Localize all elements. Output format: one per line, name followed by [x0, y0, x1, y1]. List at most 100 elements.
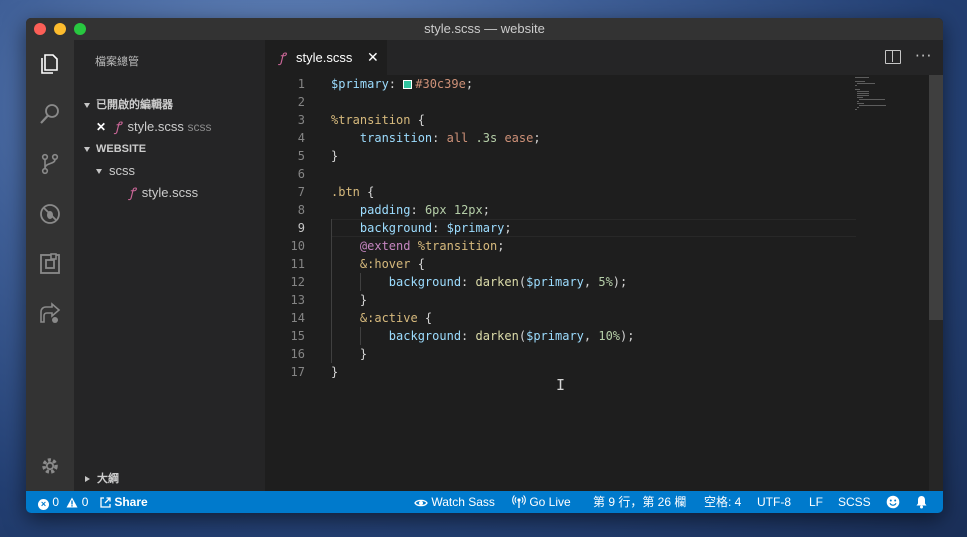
bell-icon[interactable] [915, 491, 928, 513]
indent-guide [360, 327, 361, 345]
close-icon[interactable]: ✕ [96, 120, 106, 134]
open-editors-section[interactable]: 已開啟的編輯器 [74, 94, 265, 116]
code-token: &:active [359, 311, 418, 325]
gear-icon[interactable] [38, 454, 62, 478]
code-editor[interactable]: 1 2 3 4 5 6 7 8 9 10 11 12 13 14 15 16 17 $primary: #30c… [265, 75, 943, 491]
code-token: } [331, 293, 368, 307]
code-line[interactable]: padding: 6px 12px; [331, 201, 490, 219]
tab-bar: ꝭ style.scss ✕ ··· [265, 40, 943, 75]
cursor-position[interactable]: 第 9 行，第 26 欄 [593, 491, 686, 513]
eol-setting[interactable]: LF [809, 491, 823, 513]
close-icon[interactable]: ✕ [367, 40, 379, 75]
code-token: { [410, 113, 425, 127]
code-token: ; [504, 221, 512, 235]
code-line[interactable]: transition: all .3s ease; [331, 129, 541, 147]
watch-sass-label: Watch Sass [431, 495, 495, 509]
code-token: transition [359, 131, 433, 145]
window-title: style.scss — website [424, 21, 545, 36]
files-icon[interactable] [38, 52, 62, 76]
workspace-section[interactable]: WEBSITE [74, 138, 265, 160]
code-line[interactable]: } [331, 345, 367, 363]
search-icon[interactable] [38, 102, 62, 126]
code-line[interactable]: } [331, 291, 367, 309]
code-token: %transition [417, 239, 498, 253]
code-line[interactable]: &:hover { [331, 255, 425, 273]
code-token: 12px [453, 203, 483, 217]
code-token: 6px [424, 203, 447, 217]
code-line[interactable]: } [331, 147, 338, 165]
open-editor-item[interactable]: ✕ ꝭ style.scss scss [74, 116, 265, 138]
zoom-window-button[interactable] [74, 23, 86, 35]
line-number: 5 [297, 149, 305, 163]
minimize-window-button[interactable] [54, 23, 66, 35]
text-cursor-icon: I [556, 376, 566, 394]
line-number: 17 [290, 365, 305, 379]
code-token: : [432, 131, 447, 145]
code-token: .btn [331, 185, 360, 199]
code-token: 5% [598, 275, 613, 289]
extensions-icon[interactable] [38, 252, 62, 276]
problems-indicator[interactable]: × 0 0 [38, 491, 88, 513]
eye-icon [414, 499, 428, 507]
code-line[interactable]: @extend %transition; [331, 237, 505, 255]
indent-guide [331, 219, 332, 363]
code-line[interactable]: &:active { [331, 309, 432, 327]
watch-sass-button[interactable]: Watch Sass [414, 491, 495, 513]
code-token: { [410, 257, 425, 271]
indentation-setting[interactable]: 空格: 4 [704, 491, 741, 513]
code-line[interactable]: background: $primary; [331, 219, 512, 237]
outline-header[interactable]: 大綱 [74, 468, 265, 490]
broadcast-icon [512, 495, 526, 508]
code-token: ; [465, 77, 474, 91]
code-token: ( [518, 329, 527, 343]
share-button[interactable]: Share [100, 491, 148, 513]
line-number: 1 [297, 77, 305, 91]
minimap[interactable] [855, 75, 927, 135]
code-token: : [461, 329, 476, 343]
code-line[interactable]: $primary: #30c39e; [331, 75, 473, 93]
folder-item-scss[interactable]: scss [74, 160, 265, 182]
code-token: ; [533, 131, 541, 145]
code-token: ; [482, 203, 490, 217]
debug-icon[interactable] [38, 202, 62, 226]
line-number: 6 [297, 167, 305, 181]
code-line[interactable]: background: darken($primary, 5%); [331, 273, 627, 291]
encoding-setting[interactable]: UTF-8 [757, 491, 791, 513]
explorer-sidebar: 檔案總管 已開啟的編輯器 ✕ ꝭ style.scss scss WEBSITE… [74, 40, 265, 491]
line-number: 2 [297, 95, 305, 109]
split-editor-icon[interactable] [885, 50, 901, 64]
more-actions-icon[interactable]: ··· [915, 47, 932, 65]
go-live-button[interactable]: Go Live [512, 491, 571, 513]
code-line[interactable]: } [331, 363, 338, 381]
close-window-button[interactable] [34, 23, 46, 35]
chevron-right-icon [85, 476, 90, 483]
code-token: background [388, 275, 462, 289]
smiley-icon[interactable] [886, 491, 900, 513]
code-token: $primary [526, 275, 584, 289]
code-token: $primary [331, 77, 389, 91]
live-share-icon[interactable] [38, 302, 62, 326]
code-token: 10% [598, 329, 621, 343]
code-token: } [331, 149, 339, 163]
scrollbar-thumb[interactable] [929, 75, 943, 320]
source-control-icon[interactable] [38, 152, 62, 176]
code-token: ( [518, 275, 527, 289]
code-line[interactable]: %transition { [331, 111, 425, 129]
code-token: ease [504, 131, 534, 145]
file-item-style-scss[interactable]: ꝭ style.scss [74, 182, 265, 204]
code-token: $primary [446, 221, 505, 235]
tab-style-scss[interactable]: ꝭ style.scss ✕ [265, 40, 387, 75]
code-line[interactable]: .btn { [331, 183, 374, 201]
folder-label: scss [109, 163, 135, 178]
code-line[interactable]: background: darken($primary, 10%); [331, 327, 635, 345]
chevron-down-icon [84, 146, 90, 152]
code-token: ); [612, 275, 628, 289]
language-mode[interactable]: SCSS [838, 491, 871, 513]
color-swatch[interactable] [403, 80, 413, 89]
line-number: 8 [297, 203, 305, 217]
code-token: , [583, 275, 599, 289]
